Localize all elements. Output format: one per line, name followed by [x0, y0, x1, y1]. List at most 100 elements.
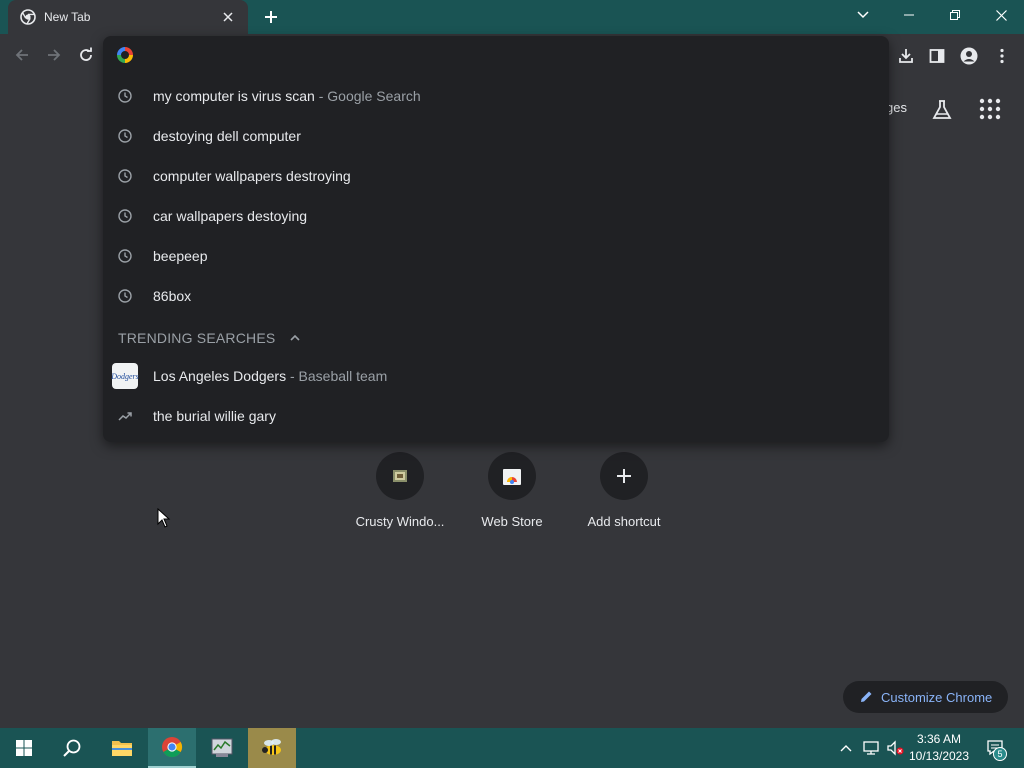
tab-new-tab[interactable]: New Tab	[8, 0, 248, 34]
suggestion-text: car wallpapers destoying	[153, 208, 308, 224]
trending-up-icon	[117, 408, 133, 424]
profile-button[interactable]	[956, 43, 982, 69]
omnibox-input[interactable]	[145, 47, 845, 63]
reload-button[interactable]	[74, 43, 98, 67]
side-panel-button[interactable]	[924, 43, 950, 69]
close-icon[interactable]	[220, 9, 236, 25]
images-link[interactable]: ges	[886, 100, 907, 115]
plus-icon	[617, 469, 631, 483]
trending-suggestion[interactable]: Dodgers Los Angeles Dodgers - Baseball t…	[103, 356, 889, 396]
suggestion-text: 86box	[153, 288, 192, 304]
suggestion-text: computer wallpapers destroying	[153, 168, 351, 184]
history-suggestion[interactable]: my computer is virus scan - Google Searc…	[103, 76, 889, 116]
suggestion-text: my computer is virus scan	[153, 88, 315, 104]
pencil-icon	[861, 691, 872, 702]
suggestion-text: Los Angeles Dodgers	[153, 368, 287, 384]
suggestion-subtext: - Baseball team	[286, 368, 388, 384]
customize-label: Customize Chrome	[881, 689, 993, 705]
history-suggestion[interactable]: computer wallpapers destroying	[103, 156, 889, 196]
tab-search-button[interactable]	[840, 0, 886, 30]
shortcut-crusty-windows[interactable]: Crusty Windo...	[344, 450, 456, 530]
address-bar[interactable]	[103, 36, 889, 74]
file-explorer-button[interactable]	[98, 728, 146, 768]
chevron-down-icon	[857, 11, 869, 19]
shortcut-label: Crusty Windo...	[355, 514, 445, 529]
task-manager-button[interactable]	[198, 728, 246, 768]
web-store-icon	[503, 469, 521, 485]
suggestion-text: destoying dell computer	[153, 128, 301, 144]
history-suggestion[interactable]: destoying dell computer	[103, 116, 889, 156]
volume-button[interactable]	[884, 728, 906, 768]
minimize-button[interactable]	[886, 0, 932, 30]
shortcut-icon-circle	[600, 452, 648, 500]
notification-count-badge: 5	[993, 747, 1007, 761]
shortcut-icon-circle	[488, 452, 536, 500]
clock-icon	[117, 208, 133, 224]
mouse-cursor-icon	[157, 508, 171, 528]
kebab-menu-icon	[1000, 48, 1004, 64]
network-icon	[863, 741, 879, 755]
tab-title: New Tab	[44, 10, 91, 24]
shortcut-label: Add shortcut	[587, 514, 661, 529]
reload-icon	[80, 47, 92, 61]
trending-header-label: TRENDING SEARCHES	[118, 330, 276, 346]
history-suggestion[interactable]: 86box	[103, 276, 889, 316]
chrome-icon	[162, 737, 183, 758]
clock-icon	[117, 288, 133, 304]
bee-icon	[262, 739, 281, 755]
customize-chrome-button[interactable]: Customize Chrome	[843, 681, 1008, 713]
omnibox-dropdown: my computer is virus scan - Google Searc…	[103, 36, 889, 442]
close-icon	[995, 9, 1007, 21]
search-icon	[63, 739, 81, 757]
forward-button[interactable]	[42, 43, 66, 67]
shortcut-web-store[interactable]: Web Store	[456, 450, 568, 530]
clock-date: 10/13/2023	[908, 749, 970, 763]
restore-icon	[950, 10, 960, 20]
dodgers-logo: Dodgers	[111, 363, 139, 389]
arrow-left-icon	[15, 49, 28, 61]
trending-suggestion[interactable]: the burial willie gary	[103, 396, 889, 436]
bee-app-button[interactable]	[248, 728, 296, 768]
labs-flask-icon[interactable]	[930, 98, 954, 122]
google-apps-icon[interactable]	[979, 98, 1001, 120]
clock-icon	[117, 88, 133, 104]
task-manager-icon	[211, 738, 233, 757]
start-button[interactable]	[0, 728, 48, 768]
chrome-menu-button[interactable]	[989, 43, 1015, 69]
shortcut-icon-circle	[376, 452, 424, 500]
history-suggestion[interactable]: car wallpapers destoying	[103, 196, 889, 236]
suggestion-subtext: - Google Search	[314, 88, 421, 104]
downloads-button[interactable]	[893, 43, 919, 69]
clock-icon	[117, 168, 133, 184]
search-button[interactable]	[48, 728, 96, 768]
network-button[interactable]	[860, 728, 882, 768]
shortcut-label: Web Store	[481, 514, 543, 529]
clock-time: 3:36 AM	[916, 732, 962, 746]
crusty-windows-icon	[393, 470, 407, 482]
arrow-right-icon	[48, 49, 61, 61]
chrome-taskbar-button[interactable]	[148, 728, 196, 768]
windows-taskbar: 3:36 AM 10/13/2023 5	[0, 728, 1024, 768]
volume-muted-icon	[887, 740, 904, 756]
plus-icon	[265, 11, 277, 23]
side-panel-icon	[929, 49, 945, 63]
clock-icon	[117, 248, 133, 264]
new-tab-button[interactable]	[260, 6, 282, 28]
show-hidden-icons-button[interactable]	[836, 728, 856, 768]
trending-searches-header[interactable]: TRENDING SEARCHES	[118, 330, 301, 346]
profile-icon	[960, 47, 978, 65]
clock-icon	[117, 128, 133, 144]
add-shortcut-button[interactable]: Add shortcut	[568, 450, 680, 530]
suggestion-text: the burial willie gary	[153, 408, 276, 424]
close-window-button[interactable]	[978, 0, 1024, 30]
minimize-icon	[904, 14, 914, 16]
back-button[interactable]	[10, 43, 34, 67]
title-bar: New Tab	[0, 0, 1024, 34]
chrome-icon	[20, 9, 36, 25]
clock[interactable]: 3:36 AM 10/13/2023	[904, 731, 974, 765]
chevron-up-icon	[840, 745, 852, 752]
history-suggestion[interactable]: beepeep	[103, 236, 889, 276]
restore-button[interactable]	[932, 0, 978, 30]
action-center-button[interactable]: 5	[978, 728, 1014, 768]
download-icon	[899, 49, 913, 63]
